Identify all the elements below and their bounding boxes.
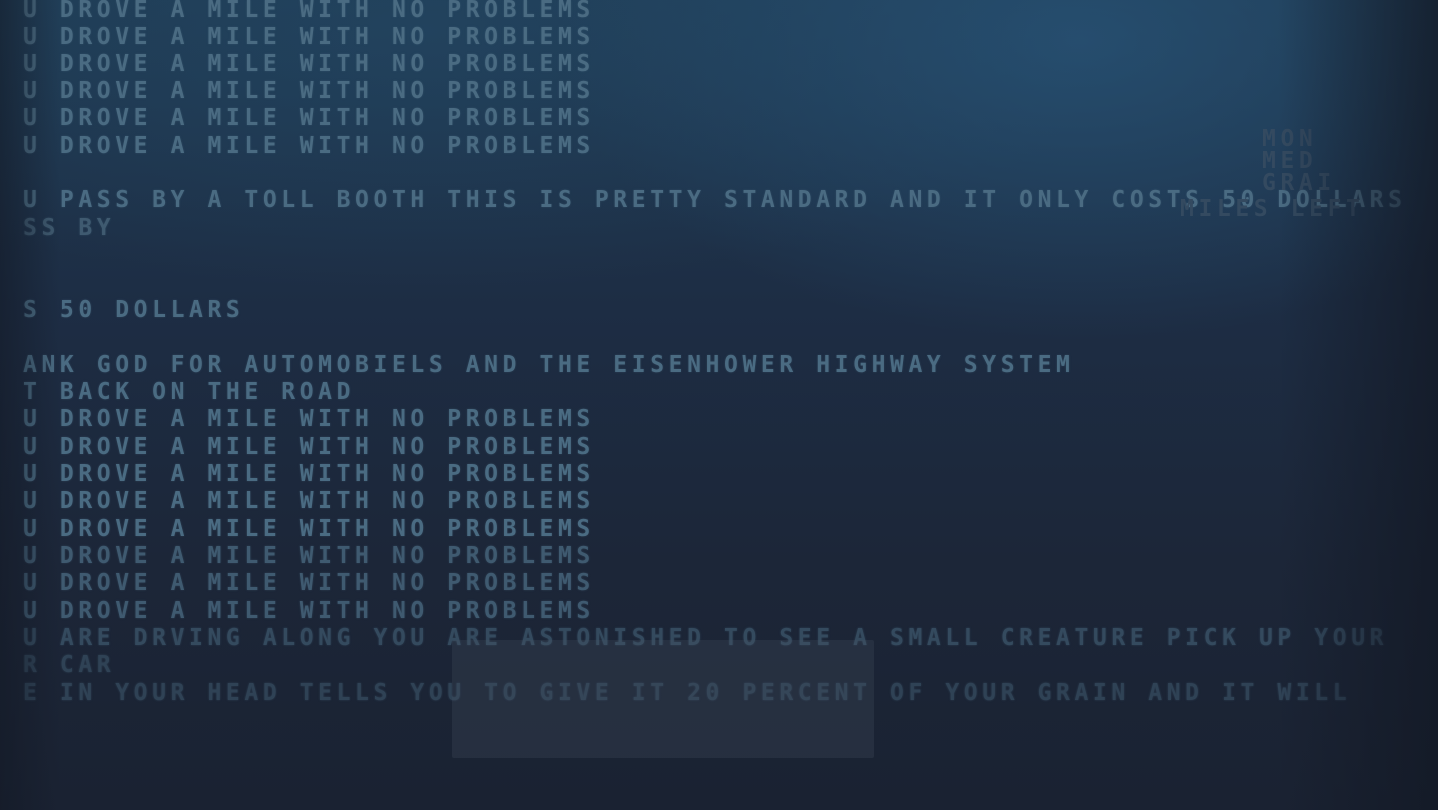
log-line: U DROVE A MILE WITH NO PROBLEMS [23,543,595,569]
log-line: U DROVE A MILE WITH NO PROBLEMS [23,434,595,460]
log-line: U DROVE A MILE WITH NO PROBLEMS [23,51,595,77]
log-line: U DROVE A MILE WITH NO PROBLEMS [23,133,595,159]
hud-grain: GRAI [1262,170,1336,196]
log-line: U DROVE A MILE WITH NO PROBLEMS [23,461,595,487]
faded-dialog-panel [452,640,874,758]
log-line: U DROVE A MILE WITH NO PROBLEMS [23,78,595,104]
log-line: R CAR [23,652,116,678]
hud-miles-left: MILES LEFT [1180,196,1365,222]
log-line: U DROVE A MILE WITH NO PROBLEMS [23,0,595,23]
log-line: S 50 DOLLARS [23,297,245,323]
log-line: ANK GOD FOR AUTOMOBIELS AND THE EISENHOW… [23,352,1075,378]
log-line: U DROVE A MILE WITH NO PROBLEMS [23,105,595,131]
game-screen: U DROVE A MILE WITH NO PROBLEMS U DROVE … [0,0,1438,810]
log-line: U DROVE A MILE WITH NO PROBLEMS [23,488,595,514]
log-line: T BACK ON THE ROAD [23,379,356,405]
log-line: U DROVE A MILE WITH NO PROBLEMS [23,598,595,624]
log-line: U DROVE A MILE WITH NO PROBLEMS [23,570,595,596]
log-line: U DROVE A MILE WITH NO PROBLEMS [23,516,595,542]
log-line: U DROVE A MILE WITH NO PROBLEMS [23,406,595,432]
log-line: SS BY [23,215,116,241]
log-line: U DROVE A MILE WITH NO PROBLEMS [23,24,595,50]
